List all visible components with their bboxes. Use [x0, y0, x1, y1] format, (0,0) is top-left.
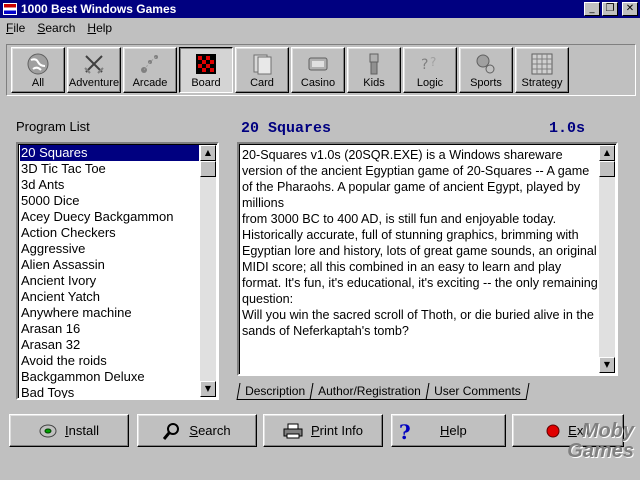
- program-list-item[interactable]: 3d Ants: [20, 177, 199, 193]
- scroll-down-arrow[interactable]: ▼: [200, 381, 216, 397]
- scroll-thumb[interactable]: [200, 161, 216, 177]
- scroll-thumb[interactable]: [599, 161, 615, 177]
- tab-user-comments[interactable]: User Comments: [425, 383, 529, 400]
- program-list-item[interactable]: Action Checkers: [20, 225, 199, 241]
- program-list-label: Program List: [16, 119, 90, 134]
- title-bar: 1000 Best Windows Games _ ❐ ✕: [0, 0, 640, 18]
- disk-icon: [39, 424, 57, 437]
- category-logic-button[interactable]: ?? Logic: [403, 47, 457, 93]
- category-arcade-button[interactable]: Arcade: [123, 47, 177, 93]
- category-strategy-button[interactable]: Strategy: [515, 47, 569, 93]
- game-header: 20 Squares 1.0s: [235, 116, 629, 140]
- program-list-item[interactable]: Arasan 32: [20, 337, 199, 353]
- svg-text:?: ?: [430, 55, 436, 69]
- minimize-button[interactable]: _: [584, 2, 600, 16]
- description-text: 20-Squares v1.0s (20SQR.EXE) is a Window…: [242, 148, 598, 338]
- app-flag-icon: [3, 3, 17, 15]
- game-version: 1.0s: [548, 120, 585, 137]
- help-button[interactable]: ? Help: [391, 414, 506, 447]
- program-list-item[interactable]: Ancient Yatch: [20, 289, 199, 305]
- category-all-button[interactable]: All: [11, 47, 65, 93]
- globe-icon: [27, 53, 49, 75]
- casino-chips-icon: [308, 57, 328, 71]
- scroll-up-arrow[interactable]: ▲: [200, 145, 216, 161]
- program-list-items: 20 Squares 3D Tic Tac Toe 3d Ants 5000 Dice…: [20, 145, 199, 398]
- program-list-item[interactable]: Backgammon Deluxe: [20, 369, 199, 385]
- tab-author-registration[interactable]: Author/Registration: [309, 383, 430, 400]
- printer-icon: [283, 423, 303, 438]
- game-name: 20 Squares: [241, 120, 332, 137]
- restore-button[interactable]: ❐: [602, 2, 618, 16]
- info-tabs: Description Author/Registration User Com…: [236, 383, 529, 401]
- category-toolbar: All Adventure Arcade Board Card Casino K…: [6, 44, 636, 96]
- menu-help[interactable]: Help: [87, 21, 112, 35]
- category-casino-button[interactable]: Casino: [291, 47, 345, 93]
- crossed-swords-icon: [84, 55, 104, 74]
- category-adventure-button[interactable]: Adventure: [67, 47, 121, 93]
- red-dot-icon: [546, 424, 560, 437]
- window-controls: _ ❐ ✕: [584, 2, 638, 16]
- magnifier-icon: [163, 422, 180, 440]
- program-list-item[interactable]: Bad Toys: [20, 385, 199, 398]
- board-checker-icon: [196, 54, 216, 74]
- mobygames-watermark: Moby Games: [567, 420, 634, 462]
- close-button[interactable]: ✕: [622, 2, 638, 16]
- kids-toy-icon: [369, 53, 379, 75]
- question-icon: ?: [399, 421, 411, 441]
- program-list-item[interactable]: Aggressive: [20, 241, 199, 257]
- scroll-down-arrow[interactable]: ▼: [599, 357, 615, 373]
- scroll-up-arrow[interactable]: ▲: [599, 145, 615, 161]
- menu-bar: File Search Help: [0, 19, 640, 37]
- category-card-button[interactable]: Card: [235, 47, 289, 93]
- print-info-button[interactable]: Print Info: [263, 414, 383, 447]
- program-list[interactable]: 20 Squares 3D Tic Tac Toe 3d Ants 5000 Dice…: [16, 142, 219, 400]
- program-list-item[interactable]: 20 Squares: [20, 145, 199, 161]
- category-sports-button[interactable]: Sports: [459, 47, 513, 93]
- arcade-dots-icon: [141, 55, 158, 73]
- question-marks-icon: ??: [421, 55, 436, 73]
- program-list-item[interactable]: Acey Duecy Backgammon: [20, 209, 199, 225]
- program-list-item[interactable]: Arasan 16: [20, 321, 199, 337]
- menu-search[interactable]: Search: [37, 21, 75, 35]
- program-list-item[interactable]: Avoid the roids: [20, 353, 199, 369]
- menu-file[interactable]: File: [6, 21, 25, 35]
- category-kids-button[interactable]: Kids: [347, 47, 401, 93]
- search-button[interactable]: Search: [137, 414, 257, 447]
- program-list-item[interactable]: Alien Assassin: [20, 257, 199, 273]
- program-list-item[interactable]: Ancient Ivory: [20, 273, 199, 289]
- program-list-scrollbar[interactable]: ▲ ▼: [200, 145, 216, 397]
- description-box[interactable]: 20-Squares v1.0s (20SQR.EXE) is a Window…: [237, 142, 618, 376]
- program-list-item[interactable]: 3D Tic Tac Toe: [20, 161, 199, 177]
- grid-icon: [531, 53, 553, 75]
- cards-icon: [253, 54, 272, 75]
- window-title: 1000 Best Windows Games: [21, 2, 177, 16]
- program-list-item[interactable]: 5000 Dice: [20, 193, 199, 209]
- svg-text:?: ?: [399, 421, 411, 441]
- category-board-button[interactable]: Board: [179, 47, 233, 93]
- install-button[interactable]: Install: [9, 414, 129, 447]
- svg-text:?: ?: [421, 57, 428, 73]
- description-scrollbar[interactable]: ▲ ▼: [599, 145, 615, 373]
- sports-ball-icon: [476, 54, 495, 74]
- tab-description[interactable]: Description: [236, 383, 314, 400]
- program-list-item[interactable]: Anywhere machine: [20, 305, 199, 321]
